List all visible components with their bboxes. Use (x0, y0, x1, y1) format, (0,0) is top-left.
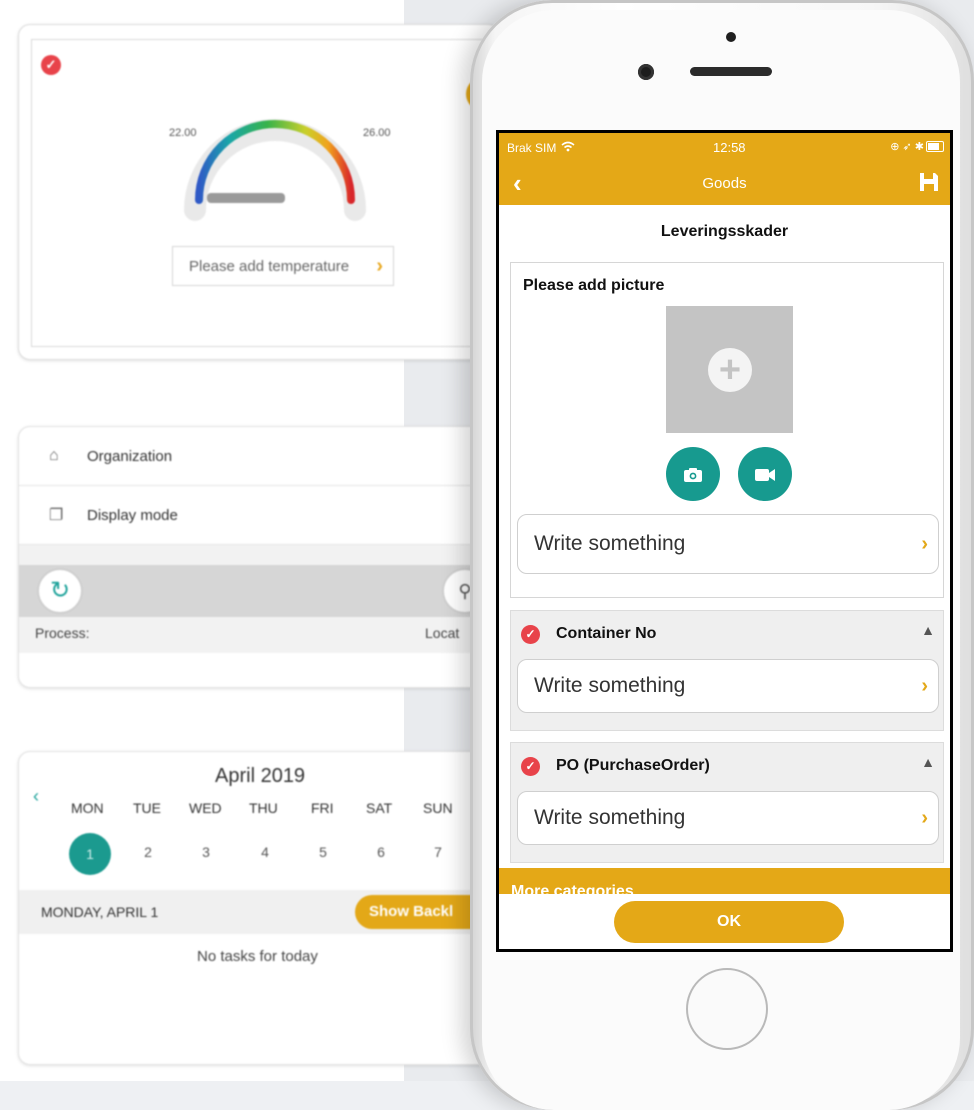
calendar-day[interactable]: 4 (253, 844, 277, 860)
home-button[interactable] (686, 968, 768, 1050)
section-title: Container No (556, 625, 657, 642)
container-no-section: ✓ Container No ▲ Write something › (510, 610, 944, 731)
gauge-min-label: 22.00 (169, 127, 197, 139)
temperature-gauge (184, 119, 366, 221)
add-picture-placeholder[interactable]: + (666, 306, 793, 433)
calendar-day-selected[interactable]: 1 (69, 833, 111, 875)
calendar-day[interactable]: 5 (311, 844, 335, 860)
calendar-day[interactable]: 3 (194, 844, 218, 860)
footer: OK (499, 894, 950, 949)
nav-bar: ‹ Goods (499, 161, 950, 205)
process-refresh-icon[interactable]: ↻ (37, 568, 83, 614)
proximity-sensor (726, 32, 736, 42)
chevron-right-icon: › (921, 532, 928, 555)
required-check-icon: ✓ (521, 624, 540, 644)
picture-title: Please add picture (523, 277, 665, 294)
gauge-max-label: 26.00 (363, 127, 391, 139)
chevron-up-icon[interactable]: ▲ (921, 622, 935, 638)
page-title: Leveringsskader (660, 223, 789, 240)
field-text: Write something (534, 806, 686, 829)
no-tasks-text: No tasks for today (197, 948, 318, 965)
display-mode-label: Display mode (87, 506, 178, 524)
carrier-label: Brak SIM (507, 141, 557, 155)
selected-date-label: MONDAY, APRIL 1 (41, 904, 159, 920)
weekday-label: SAT (366, 800, 393, 816)
status-icons: ⊕ ➶ ✱ (890, 141, 924, 153)
process-track (19, 565, 499, 617)
add-temperature-button[interactable]: Please add temperature › (172, 246, 394, 286)
temperature-card: ✓ 22.00 26.00 Please add temperature › (18, 24, 500, 360)
chevron-right-icon: › (921, 806, 928, 829)
plus-icon: + (708, 348, 752, 392)
weekday-label: TUE (133, 800, 161, 816)
phone-screen: Brak SIM 12:58 ⊕ ➶ ✱ ‹ Goods Leveringssk… (496, 130, 953, 952)
field-text: Write something (534, 674, 686, 697)
camera-button[interactable] (666, 447, 720, 501)
chevron-right-icon: › (921, 674, 928, 697)
purchase-order-section: ✓ PO (PurchaseOrder) ▲ Write something › (510, 742, 944, 863)
purchase-order-field[interactable]: Write something › (517, 791, 939, 845)
floppy-disk-icon[interactable] (918, 171, 940, 193)
chevron-up-icon[interactable]: ▲ (921, 754, 935, 770)
location-label: Locat (425, 625, 460, 641)
app-screen: Brak SIM 12:58 ⊕ ➶ ✱ ‹ Goods Leveringssk… (499, 133, 950, 949)
battery-icon (926, 141, 944, 152)
organization-row[interactable]: ⌂ Organization (19, 427, 499, 486)
required-check-icon: ✓ (521, 756, 540, 776)
video-camera-icon (755, 469, 775, 482)
section-header[interactable]: ✓ Container No (521, 621, 931, 647)
earpiece-speaker (690, 67, 772, 76)
section-header[interactable]: ✓ PO (PurchaseOrder) (521, 753, 931, 779)
status-bar: Brak SIM 12:58 ⊕ ➶ ✱ (499, 133, 950, 161)
calendar-card: ‹ April 2019 MON TUE WED THU FRI SAT SUN… (18, 751, 500, 1065)
status-time: 12:58 (713, 140, 746, 155)
organization-label: Organization (87, 447, 173, 465)
calendar-day[interactable]: 6 (369, 844, 393, 860)
ok-button[interactable]: OK (614, 901, 844, 943)
container-no-field[interactable]: Write something › (517, 659, 939, 713)
picture-comment-field[interactable]: Write something › (517, 514, 939, 574)
weekday-label: FRI (311, 800, 334, 816)
calendar-month-title: April 2019 (215, 765, 306, 787)
picture-card: Please add picture + Write something › (510, 262, 944, 598)
bank-icon: ⌂ (49, 447, 59, 464)
section-title: PO (PurchaseOrder) (556, 757, 710, 774)
nav-title: Goods (702, 175, 747, 192)
settings-card: ⌂ Organization ❐ Display mode ↻ ⚲ Proces… (18, 426, 500, 688)
chevron-left-icon[interactable]: ‹ (33, 786, 39, 807)
copy-icon: ❐ (49, 507, 64, 524)
calendar-day[interactable]: 7 (426, 844, 450, 860)
field-text: Write something (534, 532, 686, 555)
weekday-label: MON (71, 800, 104, 816)
wifi-icon (561, 141, 575, 152)
weekday-label: SUN (423, 800, 453, 816)
weekday-label: THU (249, 800, 278, 816)
add-temperature-label: Please add temperature (189, 257, 350, 275)
video-button[interactable] (738, 447, 792, 501)
phone-mockup: Brak SIM 12:58 ⊕ ➶ ✱ ‹ Goods Leveringssk… (470, 0, 974, 1110)
process-label: Process: (35, 625, 90, 641)
front-camera-icon (638, 64, 654, 80)
calendar-day[interactable]: 2 (136, 844, 160, 860)
chevron-right-icon: › (376, 255, 383, 277)
camera-icon (684, 468, 702, 483)
alert-check-icon: ✓ (41, 55, 61, 75)
display-mode-row[interactable]: ❐ Display mode (19, 486, 499, 545)
weekday-label: WED (189, 800, 222, 816)
